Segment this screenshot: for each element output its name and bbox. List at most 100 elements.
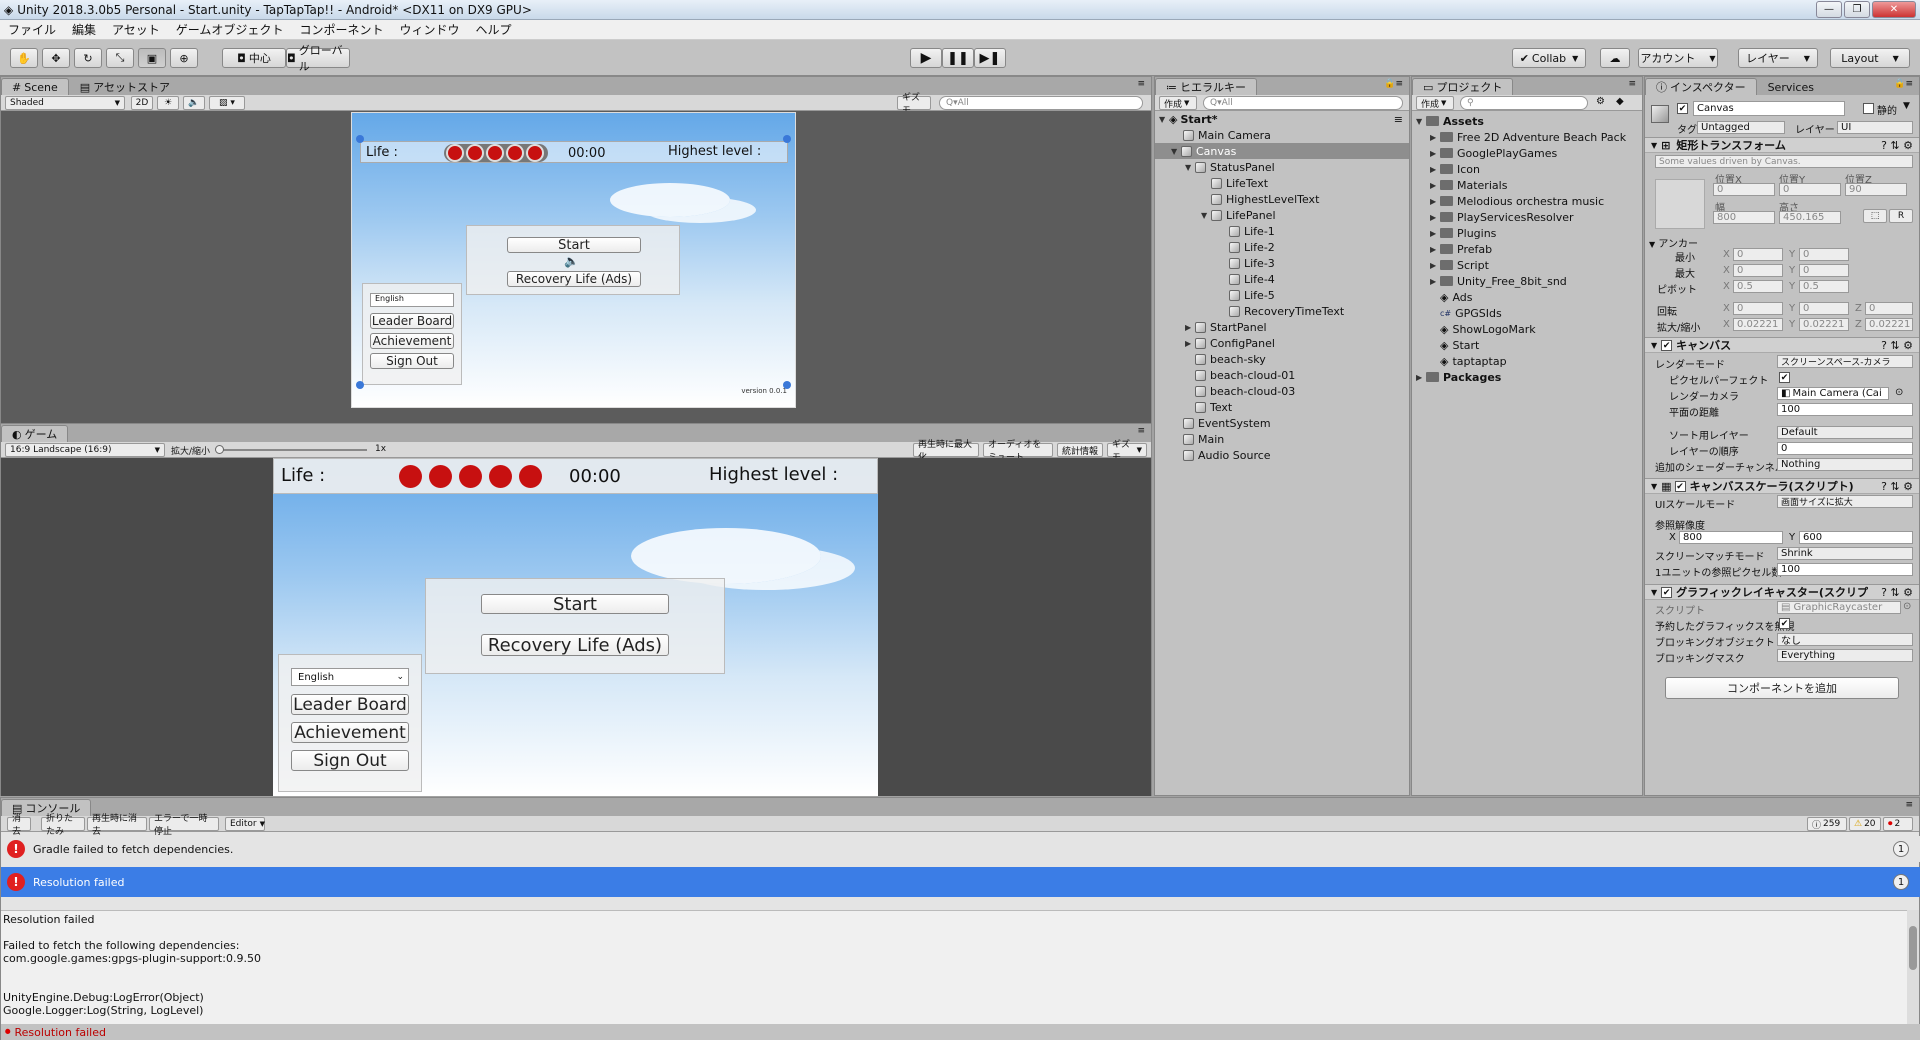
console-error-pause-toggle[interactable]: エラーで一時停止 (149, 814, 219, 837)
rotation-x-field[interactable]: 0 (1733, 302, 1783, 315)
hierarchy-item[interactable]: beach-cloud-01 (1155, 367, 1409, 383)
graphic-raycaster-header[interactable]: ▼ ✔ グラフィックレイキャスター(スクリプ ? ⇅ ⚙ (1645, 584, 1919, 600)
ui-scale-mode-dropdown[interactable]: 画面サイズに拡大 (1777, 495, 1913, 508)
anchor-min-x-field[interactable]: 0 (1733, 248, 1783, 261)
screen-match-mode-dropdown[interactable]: Shrink (1777, 547, 1913, 560)
tab-project[interactable]: ▭ プロジェクト (1412, 78, 1514, 95)
hierarchy-item[interactable]: Audio Source (1155, 447, 1409, 463)
collapse-arrow-icon[interactable]: ▶ (1430, 245, 1440, 254)
lock-icon[interactable]: 🔒≡ (1384, 79, 1403, 89)
layout-dropdown[interactable]: Layout ▼ (1830, 48, 1910, 68)
game-language-dropdown[interactable]: English ⌄ (291, 668, 409, 686)
rect-handle-top-left[interactable] (356, 135, 364, 143)
canvas-scaler-checkbox[interactable]: ✔ (1674, 480, 1686, 492)
game-signout-button[interactable]: Sign Out (291, 750, 409, 771)
component-settings-icon[interactable]: ? ⇅ ⚙ (1881, 480, 1913, 493)
object-name-field[interactable]: Canvas (1693, 101, 1845, 116)
console-clear-button[interactable]: 消去 (7, 814, 31, 837)
collapse-arrow-icon[interactable]: ▶ (1430, 165, 1440, 174)
project-folder[interactable]: ▶ Icon (1412, 161, 1642, 177)
log-count-toggle[interactable]: ⓘ 259 (1807, 817, 1847, 831)
project-create-dropdown[interactable]: 作成 ▼ (1416, 96, 1454, 110)
pos-z-field[interactable]: 90 (1845, 183, 1907, 196)
tab-services[interactable]: Services (1756, 78, 1825, 95)
menu-help[interactable]: ヘルプ (467, 21, 519, 38)
light-toggle[interactable]: ☀ (157, 96, 179, 110)
expand-arrow-icon[interactable]: ▼ (1159, 115, 1169, 124)
scene-canvas-preview[interactable]: Life : 00:00 Highest level : Start 🔈 Rec… (351, 112, 796, 408)
audio-toggle[interactable]: 🔈 (183, 96, 205, 110)
global-button[interactable]: ◘ グローバル (286, 44, 350, 73)
scale-y-field[interactable]: 0.02221 (1799, 318, 1849, 331)
anchor-foldout[interactable]: ▼ アンカー (1649, 235, 1698, 250)
hierarchy-item[interactable]: LifeText (1155, 175, 1409, 191)
project-folder[interactable]: ▶ Prefab (1412, 241, 1642, 257)
hierarchy-item[interactable]: ▼ StatusPanel (1155, 159, 1409, 175)
game-start-button[interactable]: Start (481, 594, 669, 615)
menu-assets[interactable]: アセット (104, 21, 168, 38)
hierarchy-search-input[interactable]: Q▾All (1203, 96, 1403, 110)
hierarchy-item[interactable]: Life-4 (1155, 271, 1409, 287)
collapse-arrow-icon[interactable]: ▶ (1185, 339, 1195, 348)
maximize-on-play-toggle[interactable]: 再生時に最大化 (913, 440, 979, 463)
project-file[interactable]: ◈ ShowLogoMark (1412, 321, 1642, 337)
render-camera-field[interactable]: ◧ Main Camera (Cai (1777, 387, 1889, 400)
reference-x-field[interactable]: 800 (1679, 531, 1783, 544)
reference-ppu-field[interactable]: 100 (1777, 563, 1913, 576)
status-bar[interactable]: ⏺ Resolution failed (1, 1024, 1920, 1040)
console-clear-on-play-toggle[interactable]: 再生時に消去 (87, 814, 147, 837)
assets-root[interactable]: ▼ Assets (1412, 113, 1642, 129)
canvas-component-header[interactable]: ▼ ✔ キャンバス ? ⇅ ⚙ (1645, 337, 1919, 353)
anchor-presets-button[interactable] (1655, 179, 1705, 229)
scene-menu-icon[interactable]: ≡ (1394, 113, 1403, 126)
scene-language-dropdown[interactable]: English (370, 293, 454, 307)
filter-label-icon[interactable]: ◆ (1616, 96, 1624, 107)
rotation-z-field[interactable]: 0 (1865, 302, 1913, 315)
scene-leaderboard-button[interactable]: Leader Board (370, 313, 454, 329)
expand-arrow-icon[interactable]: ▼ (1185, 163, 1195, 172)
reference-y-field[interactable]: 600 (1799, 531, 1913, 544)
hierarchy-scene-root[interactable]: ▼ ◈ Start* ≡ (1155, 111, 1409, 127)
hierarchy-item[interactable]: HighestLevelText (1155, 191, 1409, 207)
game-viewport[interactable]: Life : 00:00 Highest level : Start Recov… (1, 458, 1151, 796)
graphic-raycaster-checkbox[interactable]: ✔ (1661, 586, 1673, 598)
tab-hierarchy[interactable]: ≔ ヒエラルキー (1155, 78, 1257, 95)
hierarchy-item[interactable]: Life-5 (1155, 287, 1409, 303)
rect-transform-header[interactable]: ▼ ⊞ 矩形トランスフォーム ? ⇅ ⚙ (1645, 137, 1919, 153)
ignore-reversed-checkbox[interactable]: ✔ (1779, 618, 1790, 629)
plane-distance-field[interactable]: 100 (1777, 403, 1913, 416)
hierarchy-item[interactable]: EventSystem (1155, 415, 1409, 431)
console-log-row-selected[interactable]: ! Resolution failed 1 (1, 867, 1920, 897)
pivot-y-field[interactable]: 0.5 (1799, 280, 1849, 293)
collapse-arrow-icon[interactable]: ▶ (1185, 323, 1195, 332)
dropdown-arrow-icon[interactable]: ▼ (1903, 101, 1910, 111)
2d-toggle[interactable]: 2D (131, 96, 153, 110)
hierarchy-item[interactable]: ▶ ConfigPanel (1155, 335, 1409, 351)
console-scrollbar[interactable] (1907, 910, 1919, 1024)
project-folder[interactable]: ▶ Materials (1412, 177, 1642, 193)
sorting-layer-dropdown[interactable]: Default (1777, 426, 1913, 439)
hierarchy-item[interactable]: Main Camera (1155, 127, 1409, 143)
menu-component[interactable]: コンポーネント (291, 21, 391, 38)
project-folder[interactable]: ▶ GooglePlayGames (1412, 145, 1642, 161)
collapse-arrow-icon[interactable]: ▶ (1430, 133, 1440, 142)
collapse-arrow-icon[interactable]: ▶ (1430, 197, 1440, 206)
collapse-arrow-icon[interactable]: ▶ (1430, 181, 1440, 190)
console-editor-dropdown[interactable]: Editor ▼ (225, 817, 265, 831)
hierarchy-item[interactable]: beach-sky (1155, 351, 1409, 367)
minimize-button[interactable]: — (1816, 1, 1842, 18)
panel-menu-icon[interactable]: ≡ (1628, 79, 1636, 89)
filter-type-icon[interactable]: ⚙ (1596, 96, 1605, 107)
maximize-button[interactable]: ❐ (1844, 1, 1870, 18)
scene-signout-button[interactable]: Sign Out (370, 353, 454, 369)
rotate-tool-button[interactable]: ↻ (74, 48, 102, 68)
canvas-enabled-checkbox[interactable]: ✔ (1661, 339, 1673, 351)
scale-tool-button[interactable]: ⤡ (106, 48, 134, 68)
hierarchy-item[interactable]: Life-2 (1155, 239, 1409, 255)
pos-x-field[interactable]: 0 (1713, 183, 1775, 196)
scene-achievement-button[interactable]: Achievement (370, 333, 454, 349)
tab-inspector[interactable]: ⓘ インスペクター (1645, 78, 1757, 95)
rect-tool-button[interactable]: ▣ (138, 48, 166, 68)
project-file[interactable]: ◈ Start (1412, 337, 1642, 353)
pixel-perfect-checkbox[interactable]: ✔ (1779, 372, 1790, 383)
